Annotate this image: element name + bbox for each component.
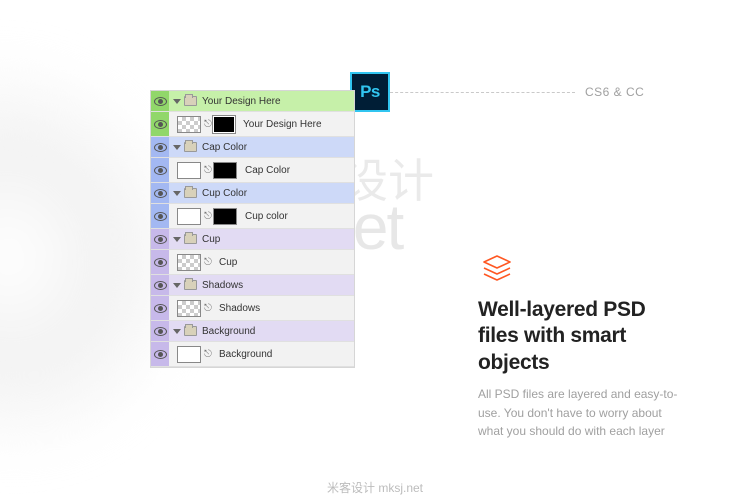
- layer-group-label: Background: [202, 326, 354, 337]
- visibility-toggle[interactable]: [151, 204, 169, 228]
- folder-icon: [184, 142, 197, 152]
- layer-group-row[interactable]: Cap Color: [151, 137, 354, 158]
- layer-group-row[interactable]: Cup: [151, 229, 354, 250]
- layer-group-label: Your Design Here: [202, 96, 354, 107]
- layer-group-label: Shadows: [202, 280, 354, 291]
- eye-icon: [154, 235, 167, 244]
- layer-group-label: Cup Color: [202, 188, 354, 199]
- layer-mask-thumbnail: [213, 116, 235, 133]
- folder-icon: [184, 326, 197, 336]
- visibility-toggle[interactable]: [151, 275, 169, 295]
- visibility-toggle[interactable]: [151, 91, 169, 111]
- chevron-down-icon[interactable]: [173, 99, 181, 104]
- layer-row[interactable]: ⎋ Cup: [151, 250, 354, 275]
- visibility-toggle[interactable]: [151, 250, 169, 274]
- layer-thumbnail: [177, 300, 201, 317]
- eye-icon: [154, 258, 167, 267]
- visibility-toggle[interactable]: [151, 137, 169, 157]
- visibility-toggle[interactable]: [151, 296, 169, 320]
- link-icon: ⎋: [204, 165, 212, 176]
- layer-label: Shadows: [219, 303, 260, 314]
- version-label: CS6 & CC: [585, 85, 644, 99]
- folder-icon: [184, 280, 197, 290]
- chevron-down-icon[interactable]: [173, 283, 181, 288]
- chevron-down-icon[interactable]: [173, 237, 181, 242]
- layer-label: Cap Color: [245, 165, 290, 176]
- chevron-down-icon[interactable]: [173, 191, 181, 196]
- layer-group-row[interactable]: Your Design Here: [151, 91, 354, 112]
- eye-icon: [154, 304, 167, 313]
- divider-line: [385, 92, 575, 93]
- visibility-toggle[interactable]: [151, 112, 169, 136]
- layer-thumbnail: [177, 208, 201, 225]
- layer-group-row[interactable]: Background: [151, 321, 354, 342]
- eye-icon: [154, 327, 167, 336]
- feature-description: All PSD files are layered and easy-to-us…: [478, 385, 688, 441]
- footer-watermark: 米客设计 mksj.net: [0, 479, 750, 496]
- visibility-toggle[interactable]: [151, 183, 169, 203]
- eye-icon: [154, 281, 167, 290]
- layer-label: Your Design Here: [243, 119, 322, 130]
- layers-stack-icon: [480, 253, 514, 292]
- feature-heading: Well-layered PSD files with smart object…: [478, 297, 688, 376]
- eye-icon: [154, 97, 167, 106]
- visibility-toggle[interactable]: [151, 342, 169, 366]
- photoshop-icon: Ps: [350, 72, 390, 112]
- ps-badge-text: Ps: [360, 82, 380, 102]
- layers-panel: Your Design Here ⎋ Your Design Here Cap …: [150, 90, 355, 368]
- visibility-toggle[interactable]: [151, 321, 169, 341]
- layer-row[interactable]: ⎋ Cap Color: [151, 158, 354, 183]
- eye-icon: [154, 212, 167, 221]
- layer-row[interactable]: ⎋ Background: [151, 342, 354, 367]
- layer-thumbnail: [177, 116, 201, 133]
- eye-icon: [154, 143, 167, 152]
- eye-icon: [154, 350, 167, 359]
- link-icon: ⎋: [204, 303, 212, 314]
- chevron-down-icon[interactable]: [173, 145, 181, 150]
- layer-label: Cup color: [245, 211, 288, 222]
- link-icon: ⎋: [204, 119, 212, 130]
- layer-row[interactable]: ⎋ Shadows: [151, 296, 354, 321]
- layer-thumbnail: [177, 346, 201, 363]
- eye-icon: [154, 166, 167, 175]
- chevron-down-icon[interactable]: [173, 329, 181, 334]
- layer-row[interactable]: ⎋ Cup color: [151, 204, 354, 229]
- layer-label: Cup: [219, 257, 237, 268]
- eye-icon: [154, 189, 167, 198]
- layer-mask-thumbnail: [213, 208, 237, 225]
- link-icon: ⎋: [204, 257, 212, 268]
- layer-group-row[interactable]: Cup Color: [151, 183, 354, 204]
- folder-icon: [184, 96, 197, 106]
- layer-mask-thumbnail: [213, 162, 237, 179]
- layer-thumbnail: [177, 162, 201, 179]
- layer-group-label: Cup: [202, 234, 354, 245]
- folder-icon: [184, 188, 197, 198]
- layer-label: Background: [219, 349, 272, 360]
- link-icon: ⎋: [204, 349, 212, 360]
- layer-group-row[interactable]: Shadows: [151, 275, 354, 296]
- eye-icon: [154, 120, 167, 129]
- visibility-toggle[interactable]: [151, 229, 169, 249]
- layer-thumbnail: [177, 254, 201, 271]
- folder-icon: [184, 234, 197, 244]
- visibility-toggle[interactable]: [151, 158, 169, 182]
- link-icon: ⎋: [204, 211, 212, 222]
- layer-group-label: Cap Color: [202, 142, 354, 153]
- layer-row[interactable]: ⎋ Your Design Here: [151, 112, 354, 137]
